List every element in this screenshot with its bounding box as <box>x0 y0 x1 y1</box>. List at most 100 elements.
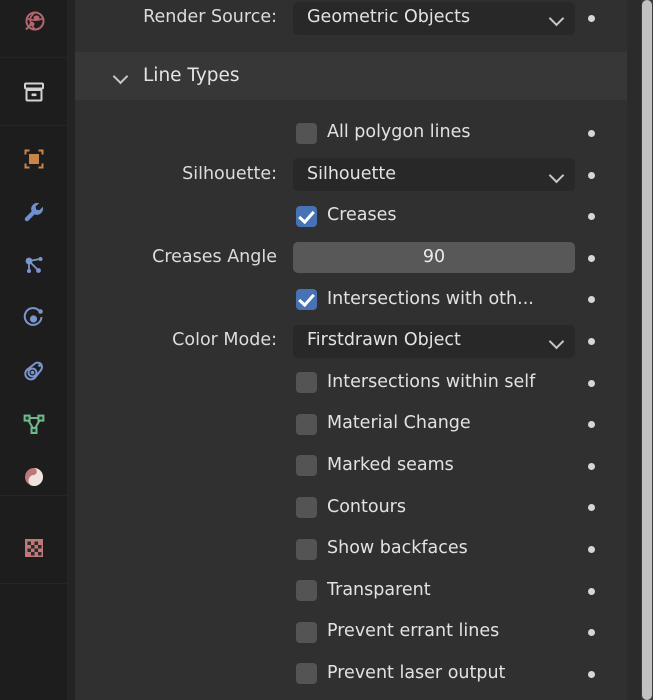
animate-decorator-dot[interactable] <box>588 671 595 678</box>
lineart-properties-panel: Render Source: Geometric Objects Line Ty… <box>75 0 627 700</box>
render-source-field: Geometric Objects <box>293 2 575 35</box>
checkbox-intersections-with-other[interactable]: Intersections with oth... <box>296 289 534 310</box>
row-intersections-within-self: Intersections within self <box>75 365 627 401</box>
checkbox-empty-icon[interactable] <box>296 539 317 560</box>
animate-decorator-dot[interactable] <box>588 546 595 553</box>
animate-decorator-dot[interactable] <box>588 588 595 595</box>
silhouette-value: Silhouette <box>307 166 549 184</box>
checkbox-empty-icon[interactable] <box>296 372 317 393</box>
animate-decorator-dot[interactable] <box>588 421 595 428</box>
animate-decorator-dot[interactable] <box>588 296 595 303</box>
row-material-change: Material Change <box>75 406 627 442</box>
row-prevent-laser-output: Prevent laser output <box>75 656 627 692</box>
color-mode-field: Firstdrawn Object <box>293 325 575 358</box>
silhouette-dropdown[interactable]: Silhouette <box>293 158 575 191</box>
checkbox-empty-icon[interactable] <box>296 414 317 435</box>
sidebar-item-view-layer-properties[interactable] <box>17 142 51 176</box>
sidebar-item-output-properties[interactable] <box>17 75 51 109</box>
row-creases: Creases <box>75 198 627 234</box>
render-source-label: Render Source: <box>75 9 277 27</box>
row-transparent: Transparent <box>75 573 627 609</box>
checkbox-empty-icon[interactable] <box>296 455 317 476</box>
chevron-down-icon <box>549 10 565 26</box>
animate-decorator-dot[interactable] <box>588 213 595 220</box>
animate-decorator-dot[interactable] <box>588 15 595 22</box>
section-header-line-types[interactable]: Line Types <box>75 52 627 100</box>
checkbox-creases[interactable]: Creases <box>296 206 397 227</box>
images-viewlayer-icon <box>20 145 48 173</box>
checkbox-label: Prevent laser output <box>327 665 505 683</box>
checkbox-show-backfaces[interactable]: Show backfaces <box>296 539 468 560</box>
sidebar-item-constraint-properties[interactable] <box>17 354 51 388</box>
sidebar-item-physics-properties[interactable] <box>17 301 51 335</box>
wrench-modifier-icon <box>20 198 48 226</box>
animate-decorator-dot[interactable] <box>588 130 595 137</box>
particles-icon <box>20 251 48 279</box>
checkbox-empty-icon[interactable] <box>296 622 317 643</box>
checkbox-material-change[interactable]: Material Change <box>296 414 471 435</box>
mesh-data-triangle-icon <box>20 410 48 438</box>
creases-angle-slider[interactable]: 90 <box>293 242 575 273</box>
sidebar-item-render-properties[interactable] <box>17 6 51 40</box>
checkbox-prevent-errant-lines[interactable]: Prevent errant lines <box>296 622 499 643</box>
checkbox-empty-icon[interactable] <box>296 123 317 144</box>
checkbox-empty-icon[interactable] <box>296 497 317 518</box>
constraint-clamp-icon <box>20 357 48 385</box>
checkbox-label: Contours <box>327 499 406 517</box>
chevron-down-icon <box>549 333 565 349</box>
rail-panel-gutter <box>67 0 75 700</box>
creases-angle-label: Creases Angle <box>75 249 277 267</box>
sidebar-item-modifier-properties[interactable] <box>17 195 51 229</box>
rail-divider <box>0 583 67 584</box>
section-title: Line Types <box>143 67 240 86</box>
sidebar-item-particles-properties[interactable] <box>17 248 51 282</box>
checkbox-all-polygon-lines[interactable]: All polygon lines <box>296 123 470 144</box>
checkbox-prevent-laser-output[interactable]: Prevent laser output <box>296 663 505 684</box>
creases-angle-field: 90 <box>293 242 575 273</box>
sidebar-item-object-data-properties[interactable] <box>17 407 51 441</box>
rail-divider <box>0 495 67 496</box>
globe-render-icon <box>20 9 48 37</box>
row-all-polygon-lines: All polygon lines <box>75 115 627 151</box>
panel-right-gutter <box>627 0 641 700</box>
color-mode-dropdown[interactable]: Firstdrawn Object <box>293 325 575 358</box>
physics-orbit-icon <box>20 304 48 332</box>
animate-decorator-dot[interactable] <box>588 463 595 470</box>
chevron-down-icon <box>113 68 129 84</box>
sidebar-item-material-properties[interactable] <box>17 460 51 494</box>
color-mode-value: Firstdrawn Object <box>307 332 549 350</box>
checkbox-label: Material Change <box>327 415 471 433</box>
animate-decorator-dot[interactable] <box>588 380 595 387</box>
checkbox-empty-icon[interactable] <box>296 663 317 684</box>
checkbox-label: Prevent errant lines <box>327 623 499 641</box>
checkbox-transparent[interactable]: Transparent <box>296 580 431 601</box>
panel-scrollbar-track[interactable] <box>641 0 653 700</box>
properties-tab-rail <box>0 0 67 700</box>
row-intersections-with-other: Intersections with oth... <box>75 281 627 317</box>
checkbox-intersections-within-self[interactable]: Intersections within self <box>296 372 535 393</box>
texture-checker-icon <box>20 534 48 562</box>
render-source-dropdown[interactable]: Geometric Objects <box>293 2 575 35</box>
render-source-value: Geometric Objects <box>307 9 549 27</box>
panel-scrollbar-thumb[interactable] <box>642 0 652 700</box>
rail-divider <box>0 57 67 58</box>
silhouette-label: Silhouette: <box>75 166 277 184</box>
checkbox-empty-icon[interactable] <box>296 580 317 601</box>
color-mode-label: Color Mode: <box>75 332 277 350</box>
animate-decorator-dot[interactable] <box>588 629 595 636</box>
checkbox-checked-icon[interactable] <box>296 289 317 310</box>
chevron-down-icon <box>549 167 565 183</box>
checkbox-label: Intersections with oth... <box>327 291 534 309</box>
checkbox-marked-seams[interactable]: Marked seams <box>296 455 454 476</box>
creases-angle-value: 90 <box>423 249 445 267</box>
animate-decorator-dot[interactable] <box>588 172 595 179</box>
blender-properties-editor: Render Source: Geometric Objects Line Ty… <box>0 0 653 700</box>
animate-decorator-dot[interactable] <box>588 504 595 511</box>
printer-output-icon <box>20 78 48 106</box>
checkbox-checked-icon[interactable] <box>296 206 317 227</box>
checkbox-label: All polygon lines <box>327 124 470 142</box>
animate-decorator-dot[interactable] <box>588 338 595 345</box>
sidebar-item-texture-properties[interactable] <box>17 531 51 565</box>
checkbox-contours[interactable]: Contours <box>296 497 406 518</box>
animate-decorator-dot[interactable] <box>588 255 595 262</box>
